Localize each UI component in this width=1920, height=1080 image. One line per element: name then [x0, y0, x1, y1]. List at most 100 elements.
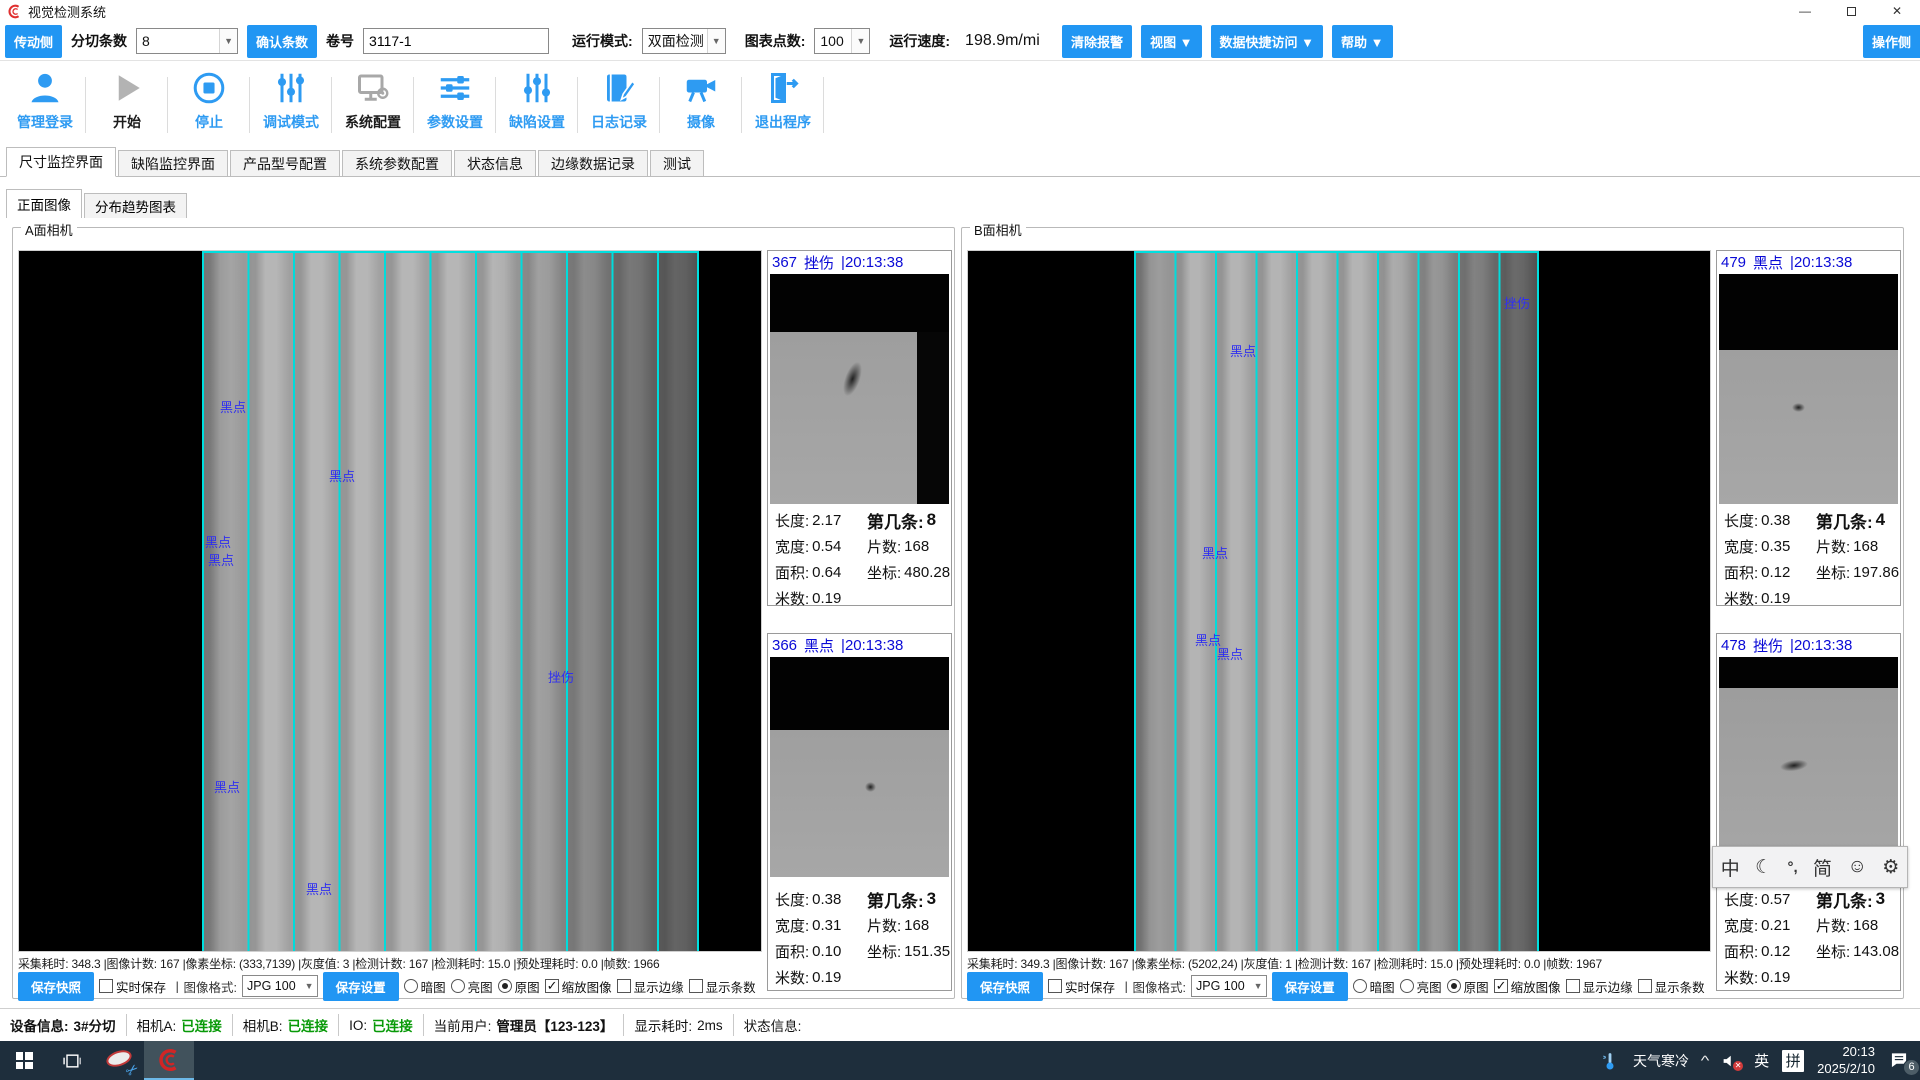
drive-side-button[interactable]: 传动侧	[5, 25, 62, 58]
defect-entry[interactable]: 479黑点|20:13:38 长度:0.38 第几条:4 宽度:0.35 片数:…	[1716, 250, 1901, 606]
connected-status: 已连接	[181, 1015, 222, 1035]
clear-alarm-button[interactable]: 清除报警	[1062, 25, 1132, 58]
tab-size-monitor[interactable]: 尺寸监控界面	[6, 147, 116, 177]
defect-entry[interactable]: 478挫伤|20:13:38 长度:0.57 第几条:3 宽度:0.21 片数:…	[1716, 633, 1901, 991]
realtime-save-checkbox[interactable]: 实时保存	[1048, 977, 1115, 996]
manage-login-button[interactable]: 管理登录	[4, 69, 86, 146]
emoji-icon[interactable]: ☺	[1847, 856, 1866, 878]
checkbox-icon	[1048, 979, 1062, 993]
notification-badge: 6	[1903, 1059, 1920, 1076]
punctuation-mode-button[interactable]: °,	[1788, 859, 1798, 876]
tab-defect-monitor[interactable]: 缺陷监控界面	[118, 150, 228, 176]
radio-selected-icon	[1447, 979, 1461, 993]
save-settings-button[interactable]: 保存设置	[1272, 972, 1348, 1001]
original-image-radio[interactable]: 原图	[498, 977, 540, 996]
task-view-button[interactable]	[48, 1041, 96, 1080]
slice-count-select[interactable]: 8▼	[136, 28, 238, 54]
app-status-bar: 设备信息:3#分切 相机A:已连接 相机B:已连接 IO:已连接 当前用户:管理…	[0, 1008, 1920, 1041]
zoom-image-checkbox[interactable]: 缩放图像	[1494, 977, 1561, 996]
weather-status[interactable]: 天气寒冷	[1633, 1051, 1689, 1071]
tab-product-model-config[interactable]: 产品型号配置	[230, 150, 340, 176]
subtab-front-image[interactable]: 正面图像	[6, 189, 82, 218]
image-format-select[interactable]: JPG 100▼	[242, 975, 318, 997]
strip-region	[202, 251, 699, 951]
confirm-count-button[interactable]: 确认条数	[247, 25, 317, 58]
camera-a-status-line: 采集耗时: 348.3 |图像计数: 167 |像素坐标: (333,7139)…	[18, 955, 763, 972]
ime-indicator[interactable]: 拼	[1782, 1050, 1804, 1072]
help-menu-button[interactable]: 帮助 ▼	[1332, 25, 1392, 58]
volume-muted-icon[interactable]	[1721, 1052, 1741, 1070]
panel-b-title: B面相机	[970, 220, 1026, 239]
save-snapshot-button[interactable]: 保存快照	[18, 972, 94, 1001]
defect-label: 黑点	[220, 397, 246, 416]
sliders-horizontal-icon	[437, 69, 473, 107]
radio-icon	[1353, 979, 1367, 993]
show-edge-checkbox[interactable]: 显示边缘	[617, 977, 684, 996]
camera-b-image[interactable]: 挫伤 黑点 黑点 黑点 黑点	[967, 250, 1711, 952]
defect-fields: 长度:0.38 第几条:3 宽度:0.31 片数:168 面积:0.10 坐标:…	[775, 886, 948, 990]
parameter-settings-button[interactable]: 参数设置	[414, 69, 496, 146]
original-image-radio[interactable]: 原图	[1447, 977, 1489, 996]
save-settings-button[interactable]: 保存设置	[323, 972, 399, 1001]
snipping-tool-icon	[106, 1051, 134, 1071]
video-camera-icon	[683, 69, 719, 107]
camera-a-image[interactable]: 黑点 黑点 黑点 黑点 挫伤 黑点 黑点	[18, 250, 762, 952]
defect-detail-list: 367挫伤|20:13:38 长度:2.17 第几条:8 宽度:0.54 片数:…	[767, 250, 952, 995]
bright-image-radio[interactable]: 亮图	[1400, 977, 1442, 996]
defect-settings-button[interactable]: 缺陷设置	[496, 69, 578, 146]
close-button[interactable]: ✕	[1874, 0, 1920, 22]
realtime-save-checkbox[interactable]: 实时保存	[99, 977, 166, 996]
show-strips-checkbox[interactable]: 显示条数	[689, 977, 756, 996]
ime-mode-button[interactable]: 中	[1721, 854, 1740, 881]
subtab-trend-chart[interactable]: 分布趋势图表	[84, 193, 187, 218]
tab-system-param-config[interactable]: 系统参数配置	[342, 150, 452, 176]
thermometer-icon[interactable]	[1600, 1049, 1620, 1073]
moon-icon[interactable]: ☾	[1755, 856, 1772, 879]
panel-a-camera: A面相机 黑点 黑点 黑点 黑点 挫伤 黑点 黑点 367挫伤|20:13:38…	[12, 227, 955, 999]
snipping-tool-button[interactable]	[96, 1041, 144, 1080]
log-book-icon	[601, 69, 637, 107]
tab-status-info[interactable]: 状态信息	[454, 150, 536, 176]
minimize-button[interactable]: —	[1782, 0, 1828, 22]
debug-mode-button[interactable]: 调试模式	[250, 69, 332, 146]
stop-button[interactable]: 停止	[168, 69, 250, 146]
camera-a-controls: 保存快照 实时保存 丨图像格式: JPG 100▼ 保存设置 暗图 亮图 原图 …	[18, 973, 763, 999]
zoom-image-checkbox[interactable]: 缩放图像	[545, 977, 612, 996]
tab-edge-data-record[interactable]: 边缘数据记录	[538, 150, 648, 176]
show-edge-checkbox[interactable]: 显示边缘	[1566, 977, 1633, 996]
show-strips-checkbox[interactable]: 显示条数	[1638, 977, 1705, 996]
image-format-label: 丨图像格式:	[1120, 977, 1186, 996]
chart-points-select[interactable]: 100▼	[814, 28, 870, 54]
defect-fields: 长度:0.38 第几条:4 宽度:0.35 片数:168 面积:0.12 坐标:…	[1724, 507, 1897, 611]
input-language-indicator[interactable]: 英	[1754, 1050, 1769, 1071]
action-center-button[interactable]: 6	[1888, 1050, 1912, 1072]
defect-label: 黑点	[329, 466, 355, 485]
defect-header: 479黑点|20:13:38	[1717, 251, 1900, 273]
hidden-icons-chevron[interactable]: ^	[1701, 1053, 1710, 1068]
operator-side-button[interactable]: 操作侧	[1863, 25, 1920, 58]
data-quick-access-menu-button[interactable]: 数据快捷访问 ▼	[1211, 25, 1323, 58]
run-mode-select[interactable]: 双面检测▼	[642, 28, 726, 54]
taskbar-app-vision-system[interactable]	[144, 1041, 194, 1080]
start-button[interactable]: 开始	[86, 69, 168, 146]
log-record-button[interactable]: 日志记录	[578, 69, 660, 146]
view-menu-button[interactable]: 视图 ▼	[1141, 25, 1201, 58]
defect-entry[interactable]: 367挫伤|20:13:38 长度:2.17 第几条:8 宽度:0.54 片数:…	[767, 250, 952, 606]
roll-number-input[interactable]	[363, 28, 549, 54]
bright-image-radio[interactable]: 亮图	[451, 977, 493, 996]
taskbar-clock[interactable]: 20:13 2025/2/10	[1817, 1044, 1875, 1078]
defect-entry[interactable]: 366黑点|20:13:38 长度:0.38 第几条:3 宽度:0.31 片数:…	[767, 633, 952, 991]
exit-program-button[interactable]: 退出程序	[742, 69, 824, 146]
start-button[interactable]	[0, 1041, 48, 1080]
gear-icon[interactable]: ⚙	[1882, 856, 1899, 879]
dark-image-radio[interactable]: 暗图	[1353, 977, 1395, 996]
system-config-button[interactable]: 系统配置	[332, 69, 414, 146]
maximize-button[interactable]	[1828, 0, 1874, 22]
save-snapshot-button[interactable]: 保存快照	[967, 972, 1043, 1001]
camera-capture-button[interactable]: 摄像	[660, 69, 742, 146]
checkbox-icon	[1638, 979, 1652, 993]
image-format-select[interactable]: JPG 100▼	[1191, 975, 1267, 997]
tab-test[interactable]: 测试	[650, 150, 704, 176]
dark-image-radio[interactable]: 暗图	[404, 977, 446, 996]
charset-mode-button[interactable]: 简	[1813, 854, 1832, 881]
